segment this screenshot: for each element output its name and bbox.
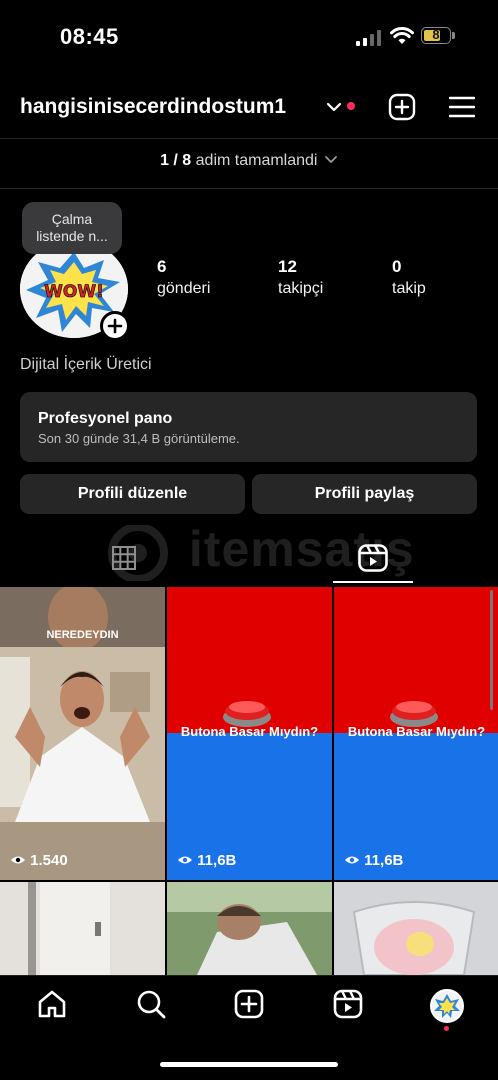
reel-view-count: 1.540 bbox=[10, 852, 68, 869]
reel-thumbnail[interactable] bbox=[334, 882, 498, 975]
stat-posts-label: gönderi bbox=[157, 280, 211, 297]
reel-view-count: 11,6B bbox=[344, 852, 403, 869]
profile-tab-avatar[interactable] bbox=[430, 989, 464, 1023]
eye-icon bbox=[11, 856, 25, 864]
reel-view-count: 11,6B bbox=[177, 852, 236, 869]
reel-image bbox=[334, 882, 498, 975]
share-profile-button[interactable]: Profili paylaş bbox=[252, 474, 477, 514]
stat-followers-value: 12 bbox=[278, 257, 297, 276]
stat-following-value: 0 bbox=[392, 257, 402, 276]
status-time: 08:45 bbox=[60, 24, 119, 49]
playlist-note-bubble[interactable]: Çalma listende n... bbox=[22, 202, 122, 254]
stat-posts[interactable]: 6 gönderi bbox=[157, 257, 210, 298]
account-switcher-username[interactable]: hangisinisecerdindostum1 bbox=[20, 95, 286, 119]
search-icon[interactable] bbox=[135, 988, 167, 1020]
eye-icon bbox=[345, 856, 359, 864]
wifi-icon bbox=[390, 27, 414, 44]
profile-notification-dot bbox=[444, 1026, 449, 1031]
tooltip-line2: listende n... bbox=[36, 228, 108, 244]
header-divider bbox=[0, 138, 498, 139]
stat-followers-label: takipçi bbox=[278, 280, 324, 297]
eye-icon bbox=[178, 856, 192, 864]
reel-thumbnail[interactable]: Butona Basar Mıydın? 11,6B bbox=[334, 587, 498, 880]
battery-tip bbox=[452, 32, 455, 39]
edit-profile-button[interactable]: Profili düzenle bbox=[20, 474, 245, 514]
grid-tab-icon[interactable] bbox=[112, 546, 136, 570]
dashboard-subtitle: Son 30 günde 31,4 B görüntüleme. bbox=[38, 431, 240, 446]
profile-steps-progress[interactable]: 1 / 8 adim tamamlandi bbox=[0, 152, 498, 170]
battery-icon: 8 bbox=[421, 27, 451, 44]
reel-thumbnail[interactable]: NEREDEYDIN 1.540 bbox=[0, 587, 165, 880]
tooltip-line1: Çalma bbox=[51, 211, 93, 227]
stat-following[interactable]: 0 takip bbox=[392, 257, 426, 298]
reel-views-value: 1.540 bbox=[30, 852, 68, 869]
reel-thumbnail[interactable]: Butona Basar Mıydın? 11,6B bbox=[167, 587, 332, 880]
steps-divider bbox=[0, 188, 498, 189]
reel-image bbox=[167, 882, 332, 975]
reel-thumbnail[interactable] bbox=[0, 882, 165, 975]
plus-icon bbox=[107, 318, 123, 334]
create-icon[interactable] bbox=[233, 988, 265, 1020]
reels-tab-icon[interactable] bbox=[358, 544, 388, 572]
reel-caption: NEREDEYDIN bbox=[46, 629, 119, 641]
reel-caption: Butona Basar Mıydın? bbox=[347, 724, 486, 739]
reel-thumbnail[interactable] bbox=[167, 882, 332, 975]
dashboard-title: Profesyonel pano bbox=[38, 410, 173, 427]
hamburger-menu-icon[interactable] bbox=[449, 95, 475, 119]
home-indicator bbox=[160, 1062, 338, 1067]
steps-count: 1 / 8 bbox=[160, 152, 192, 169]
stat-posts-value: 6 bbox=[157, 257, 167, 276]
grid-scrollbar[interactable] bbox=[490, 590, 493, 710]
cellular-signal-icon bbox=[356, 30, 381, 46]
chevron-down-icon[interactable] bbox=[325, 98, 343, 116]
notification-dot bbox=[347, 102, 355, 110]
create-post-icon[interactable] bbox=[388, 93, 416, 121]
stat-followers[interactable]: 12 takipçi bbox=[278, 257, 323, 298]
reels-icon[interactable] bbox=[332, 988, 364, 1020]
active-tab-indicator bbox=[333, 581, 413, 583]
add-story-button[interactable] bbox=[100, 311, 130, 341]
reel-views-value: 11,6B bbox=[364, 852, 404, 869]
chevron-down-icon bbox=[325, 156, 337, 164]
reel-image bbox=[0, 882, 165, 975]
reel-caption: Butona Basar Mıydın? bbox=[180, 724, 319, 739]
battery-level: 8 bbox=[432, 27, 440, 42]
home-icon[interactable] bbox=[36, 988, 68, 1020]
avatar-wow-text: WOW! bbox=[44, 282, 104, 302]
profile-avatar-mini-icon bbox=[432, 991, 462, 1021]
stat-following-label: takip bbox=[392, 280, 426, 297]
professional-dashboard[interactable]: Profesyonel pano Son 30 günde 31,4 B gör… bbox=[20, 392, 477, 462]
steps-text: adim tamamlandi bbox=[195, 152, 318, 169]
profile-category: Dijital İçerik Üretici bbox=[20, 356, 152, 373]
reel-views-value: 11,6B bbox=[197, 852, 237, 869]
